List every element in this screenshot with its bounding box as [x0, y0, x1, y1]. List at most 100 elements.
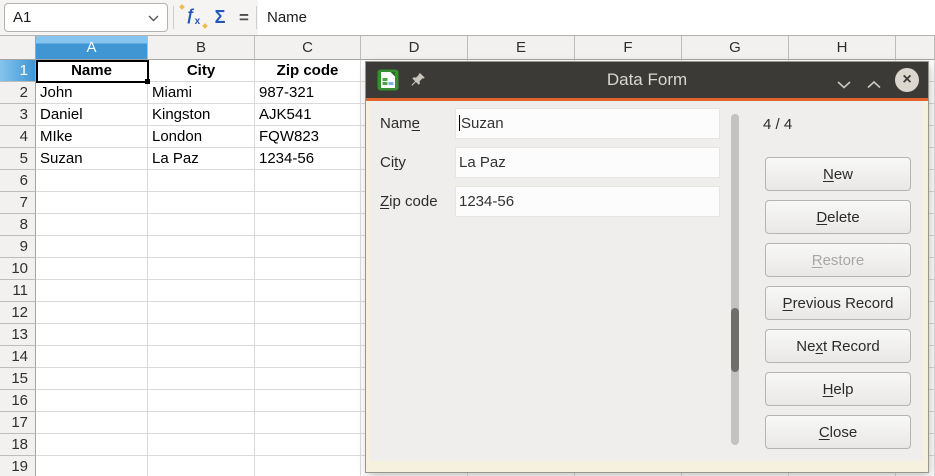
cell-C9[interactable] [255, 236, 361, 258]
cell-C2[interactable]: 987-321 [255, 82, 361, 104]
cell-C16[interactable] [255, 390, 361, 412]
cell-B7[interactable] [148, 192, 255, 214]
sum-icon[interactable]: Σ [207, 0, 233, 35]
cell-A8[interactable] [36, 214, 148, 236]
cell-C4[interactable]: FQW823 [255, 126, 361, 148]
row-header-14[interactable]: 14 [0, 346, 36, 368]
delete-button[interactable]: Delete [765, 200, 911, 234]
city-field[interactable]: La Paz [455, 147, 720, 178]
close-icon[interactable]: × [895, 68, 919, 92]
cell-C13[interactable] [255, 324, 361, 346]
column-header-E[interactable]: E [468, 36, 575, 60]
name-field[interactable]: Suzan [455, 108, 720, 139]
cell-B19[interactable] [148, 456, 255, 476]
cell-C8[interactable] [255, 214, 361, 236]
cell-B11[interactable] [148, 280, 255, 302]
cell-B17[interactable] [148, 412, 255, 434]
row-header-4[interactable]: 4 [0, 126, 36, 148]
chevron-down-icon[interactable] [836, 76, 852, 85]
cell-A15[interactable] [36, 368, 148, 390]
chevron-down-icon[interactable] [148, 9, 159, 26]
select-all-corner[interactable] [0, 36, 36, 60]
column-header-partial[interactable] [896, 36, 935, 60]
row-header-10[interactable]: 10 [0, 258, 36, 280]
cell-B4[interactable]: London [148, 126, 255, 148]
cell-A14[interactable] [36, 346, 148, 368]
cell-B3[interactable]: Kingston [148, 104, 255, 126]
cell-A9[interactable] [36, 236, 148, 258]
cell-A1[interactable]: Name [36, 60, 148, 82]
row-header-7[interactable]: 7 [0, 192, 36, 214]
cell-B6[interactable] [148, 170, 255, 192]
form-scrollbar-thumb[interactable] [731, 308, 739, 372]
cell-A4[interactable]: MIke [36, 126, 148, 148]
equals-icon[interactable]: = [231, 0, 257, 35]
column-header-A[interactable]: A [36, 36, 148, 60]
cell-C12[interactable] [255, 302, 361, 324]
row-header-9[interactable]: 9 [0, 236, 36, 258]
zip-code-field[interactable]: 1234-56 [455, 186, 720, 217]
cell-C7[interactable] [255, 192, 361, 214]
cell-C18[interactable] [255, 434, 361, 456]
cell-A10[interactable] [36, 258, 148, 280]
cell-A17[interactable] [36, 412, 148, 434]
row-header-17[interactable]: 17 [0, 412, 36, 434]
previous-record-button[interactable]: Previous Record [765, 286, 911, 320]
cell-A18[interactable] [36, 434, 148, 456]
cell-A6[interactable] [36, 170, 148, 192]
row-header-18[interactable]: 18 [0, 434, 36, 456]
row-header-12[interactable]: 12 [0, 302, 36, 324]
cell-C6[interactable] [255, 170, 361, 192]
next-record-button[interactable]: Next Record [765, 329, 911, 363]
row-header-15[interactable]: 15 [0, 368, 36, 390]
column-header-C[interactable]: C [255, 36, 361, 60]
cell-C11[interactable] [255, 280, 361, 302]
new-button[interactable]: New [765, 157, 911, 191]
cell-C17[interactable] [255, 412, 361, 434]
cell-B12[interactable] [148, 302, 255, 324]
cell-A7[interactable] [36, 192, 148, 214]
cell-B14[interactable] [148, 346, 255, 368]
row-header-8[interactable]: 8 [0, 214, 36, 236]
cell-C10[interactable] [255, 258, 361, 280]
cell-A13[interactable] [36, 324, 148, 346]
row-header-11[interactable]: 11 [0, 280, 36, 302]
column-header-G[interactable]: G [682, 36, 789, 60]
cell-A5[interactable]: Suzan [36, 148, 148, 170]
cell-B15[interactable] [148, 368, 255, 390]
cell-C5[interactable]: 1234-56 [255, 148, 361, 170]
cell-C15[interactable] [255, 368, 361, 390]
cell-B2[interactable]: Miami [148, 82, 255, 104]
cell-B16[interactable] [148, 390, 255, 412]
name-box[interactable]: A1 [4, 3, 168, 32]
row-header-13[interactable]: 13 [0, 324, 36, 346]
cell-B1[interactable]: City [148, 60, 255, 82]
dialog-titlebar[interactable]: Data Form × [366, 62, 928, 98]
row-header-16[interactable]: 16 [0, 390, 36, 412]
row-header-1[interactable]: 1 [0, 60, 36, 82]
row-header-6[interactable]: 6 [0, 170, 36, 192]
cell-A16[interactable] [36, 390, 148, 412]
cell-C1[interactable]: Zip code [255, 60, 361, 82]
cell-B8[interactable] [148, 214, 255, 236]
cell-B5[interactable]: La Paz [148, 148, 255, 170]
row-header-2[interactable]: 2 [0, 82, 36, 104]
column-header-B[interactable]: B [148, 36, 255, 60]
close-button[interactable]: Close [765, 415, 911, 449]
cell-A3[interactable]: Daniel [36, 104, 148, 126]
cell-A19[interactable] [36, 456, 148, 476]
chevron-up-icon[interactable] [866, 76, 882, 85]
row-header-19[interactable]: 19 [0, 456, 36, 476]
help-button[interactable]: Help [765, 372, 911, 406]
cell-C14[interactable] [255, 346, 361, 368]
cell-A12[interactable] [36, 302, 148, 324]
formula-input[interactable]: Name [258, 0, 935, 35]
column-header-H[interactable]: H [789, 36, 896, 60]
cell-A11[interactable] [36, 280, 148, 302]
cell-C19[interactable] [255, 456, 361, 476]
row-header-5[interactable]: 5 [0, 148, 36, 170]
row-header-3[interactable]: 3 [0, 104, 36, 126]
cell-C3[interactable]: AJK541 [255, 104, 361, 126]
cell-B9[interactable] [148, 236, 255, 258]
cell-B13[interactable] [148, 324, 255, 346]
